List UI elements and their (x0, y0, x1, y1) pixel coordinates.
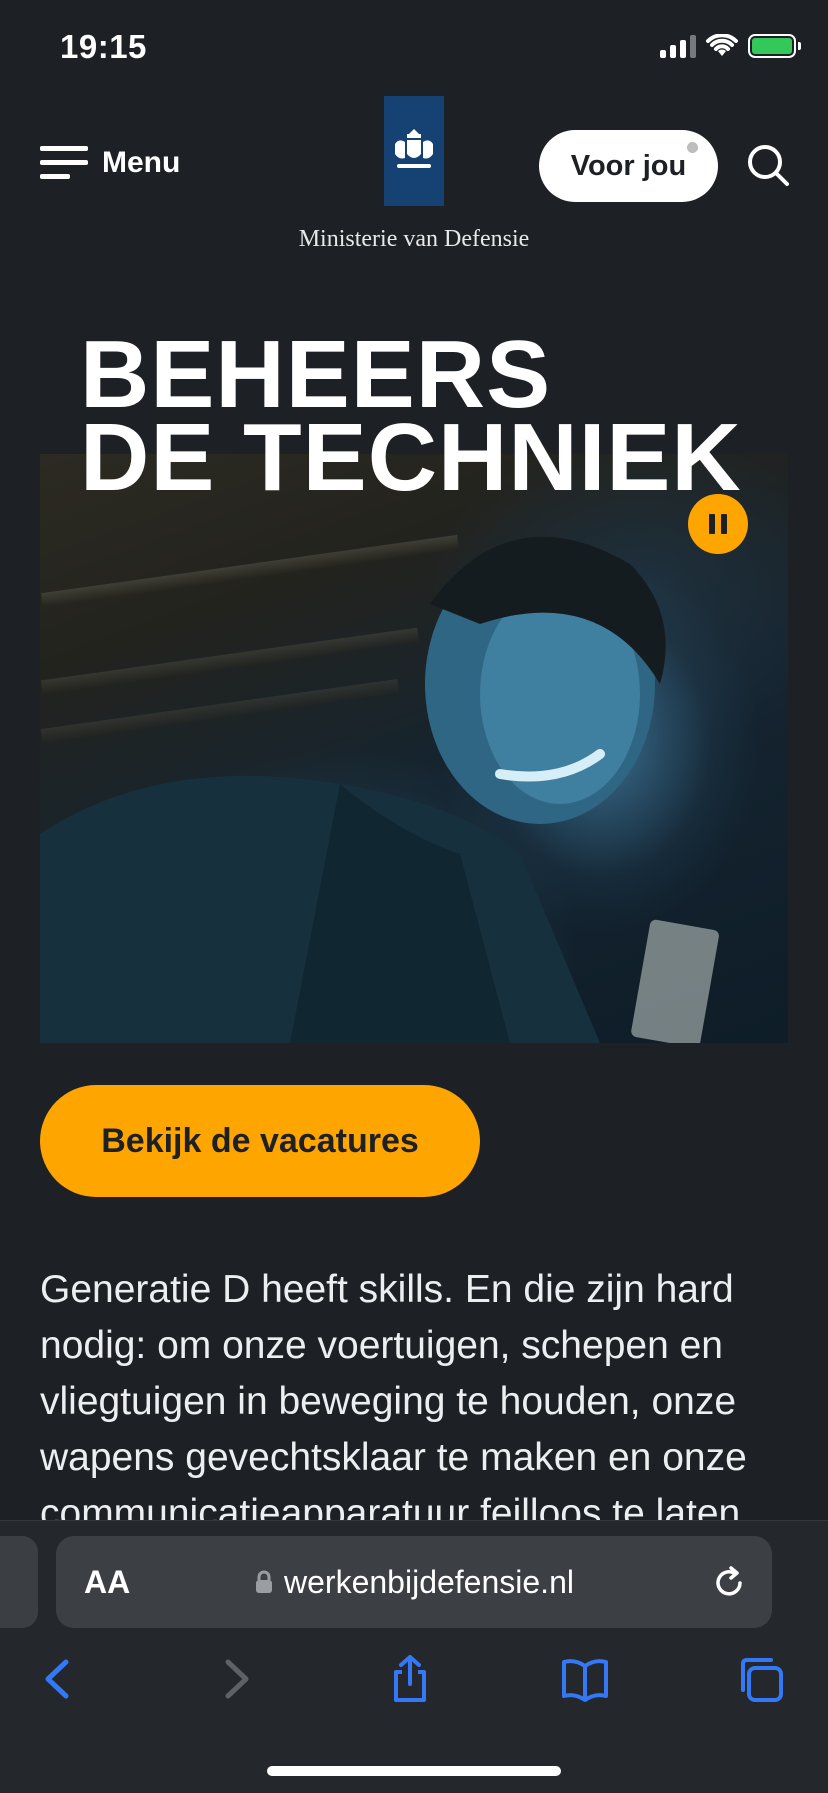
back-icon[interactable] (34, 1654, 84, 1704)
cellular-signal-icon (660, 34, 696, 58)
menu-button[interactable]: Menu (40, 146, 180, 180)
hero-video[interactable] (40, 454, 788, 1043)
headline-line-2: DE TECHNIEK (80, 403, 742, 511)
reload-icon[interactable] (712, 1566, 746, 1600)
address-bar[interactable]: AA werkenbijdefensie.nl (56, 1536, 772, 1628)
status-icons (660, 34, 801, 58)
lock-icon (256, 1570, 273, 1593)
tabs-icon[interactable] (735, 1654, 785, 1704)
hero-headline: BEHEERS DE TECHNIEK (80, 327, 742, 511)
voor-jou-label: Voor jou (570, 149, 687, 182)
share-icon[interactable] (385, 1654, 435, 1704)
menu-label: Menu (102, 146, 181, 179)
pause-button[interactable] (688, 494, 748, 554)
rijksoverheid-logo[interactable] (384, 96, 444, 206)
bookmarks-icon[interactable] (560, 1654, 610, 1704)
forward-icon[interactable] (210, 1654, 260, 1704)
url-display[interactable]: werkenbijdefensie.nl (56, 1564, 772, 1601)
soldier-figure (40, 536, 719, 1043)
previous-tab-preview[interactable] (0, 1536, 38, 1628)
search-icon[interactable] (746, 143, 790, 187)
pause-icon-bar (709, 514, 715, 534)
voor-jou-button[interactable]: Voor jou (539, 130, 718, 202)
coat-of-arms-icon (395, 129, 433, 168)
ministry-name: Ministerie van Defensie (298, 226, 530, 252)
wifi-icon (706, 34, 738, 56)
battery-charging-icon (748, 34, 801, 58)
pause-icon-bar (721, 514, 727, 534)
notification-dot (687, 142, 698, 153)
home-indicator (267, 1766, 561, 1776)
url-text: werkenbijdefensie.nl (284, 1563, 574, 1600)
status-time: 19:15 (60, 28, 147, 65)
view-vacancies-button[interactable]: Bekijk de vacatures (40, 1085, 480, 1197)
intro-paragraph: Generatie D heeft skills. En die zijn ha… (40, 1268, 747, 1522)
hamburger-icon (40, 146, 88, 180)
